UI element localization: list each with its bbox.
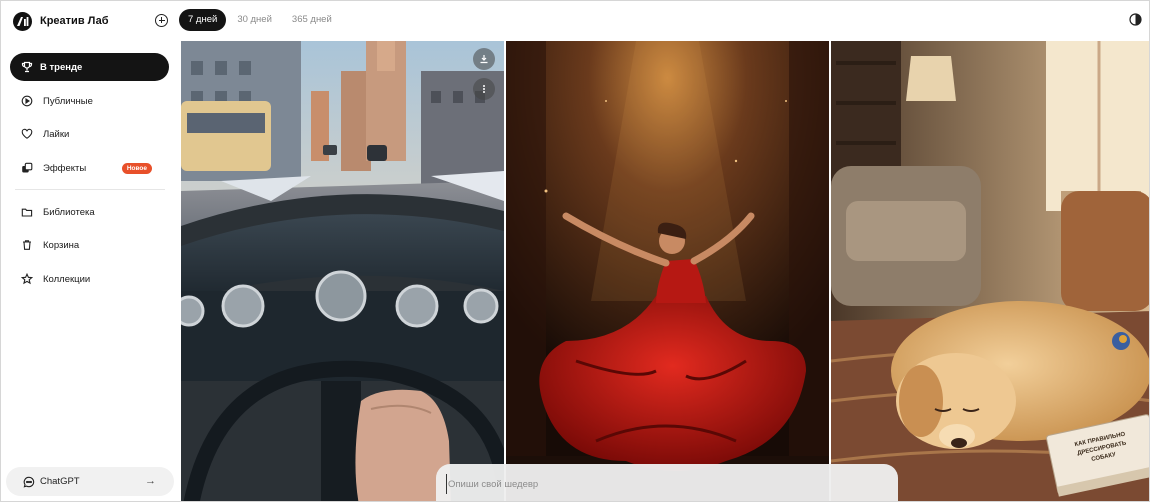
sidebar-item-effects[interactable]: Эффекты Новое: [10, 154, 169, 182]
car-interior-image: [181, 41, 504, 501]
sidebar-divider: [15, 189, 165, 190]
brand[interactable]: Креатив Лаб: [13, 11, 109, 31]
tab-365-days[interactable]: 365 дней: [283, 9, 341, 31]
effects-icon: [21, 162, 33, 174]
more-options-button[interactable]: [473, 78, 495, 100]
prompt-bar: [436, 464, 898, 501]
puppy-image: КАК ПРАВИЛЬНО ДРЕССИРОВАТЬ СОБАКУ: [831, 41, 1149, 501]
sidebar-item-label: Эффекты: [43, 162, 87, 174]
brand-name: Креатив Лаб: [40, 15, 109, 27]
arrow-right-icon: →: [145, 475, 156, 487]
brand-logo-icon: [13, 11, 32, 31]
new-item-plus-icon[interactable]: [155, 14, 168, 27]
chatgpt-button[interactable]: ChatGPT →: [6, 467, 174, 496]
tab-30-days[interactable]: 30 дней: [228, 9, 281, 31]
chat-icon: [23, 476, 35, 488]
sidebar-item-trash[interactable]: Корзина: [10, 231, 169, 259]
trash-icon: [21, 239, 33, 251]
sidebar-item-label: Библиотека: [43, 206, 95, 218]
tab-7-days[interactable]: 7 дней: [179, 9, 227, 31]
gallery-item-car[interactable]: [181, 41, 504, 501]
sidebar-item-library[interactable]: Библиотека: [10, 198, 169, 226]
sidebar-item-likes[interactable]: Лайки: [10, 120, 169, 148]
download-icon: [480, 55, 488, 64]
star-icon: [21, 273, 33, 285]
more-icon: [483, 85, 485, 93]
sidebar: Креатив Лаб В тренде Публичные Лайки Эфф…: [1, 1, 179, 501]
sidebar-item-label: В тренде: [40, 61, 83, 73]
folder-icon: [21, 206, 33, 218]
sidebar-item-label: Коллекции: [43, 273, 91, 285]
sidebar-item-public[interactable]: Публичные: [10, 87, 169, 115]
gallery-item-puppy[interactable]: КАК ПРАВИЛЬНО ДРЕССИРОВАТЬ СОБАКУ: [831, 41, 1149, 501]
heart-icon: [21, 128, 33, 140]
sidebar-item-label: Лайки: [43, 128, 70, 140]
app-window: Креатив Лаб В тренде Публичные Лайки Эфф…: [0, 0, 1150, 502]
sidebar-item-label: Корзина: [43, 239, 80, 251]
prompt-input[interactable]: [446, 474, 886, 494]
trophy-icon: [21, 61, 33, 73]
gallery-item-dancer[interactable]: [506, 41, 829, 501]
download-button[interactable]: [473, 48, 495, 70]
sidebar-item-collections[interactable]: Коллекции: [10, 265, 169, 293]
chatgpt-label: ChatGPT: [40, 476, 80, 487]
sidebar-item-label: Публичные: [43, 95, 93, 107]
period-tabs: 7 дней 30 дней 365 дней: [179, 9, 343, 31]
dancer-image: [506, 41, 829, 501]
play-circle-icon: [21, 95, 33, 107]
theme-toggle-icon[interactable]: [1129, 13, 1142, 26]
new-badge: Новое: [121, 163, 152, 174]
sidebar-item-trending[interactable]: В тренде: [10, 53, 169, 81]
